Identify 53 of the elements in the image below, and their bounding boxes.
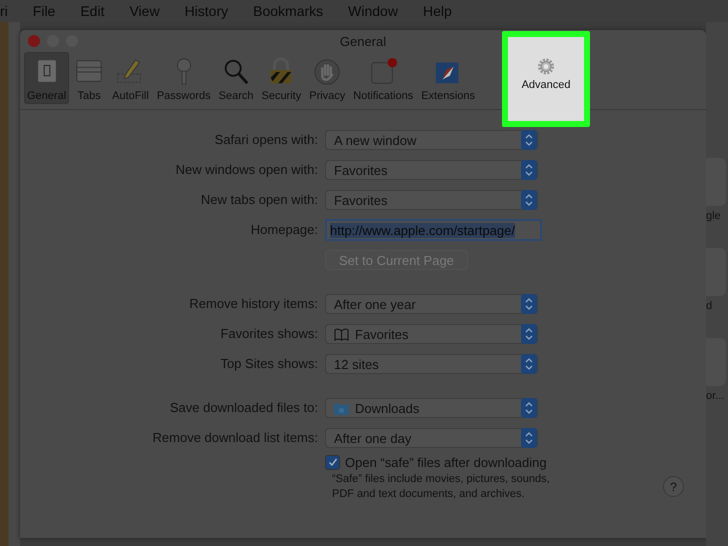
dropdown-value: Favorites <box>355 326 410 342</box>
dropdown-value: 12 sites <box>334 356 380 372</box>
dropdown[interactable]: Favorites <box>325 160 538 180</box>
dropdown-value: After one day <box>334 430 412 446</box>
help-text: “Safe” files include movies, pictures, sounds, PDF and text documents, and archives. <box>331 472 551 502</box>
dropdown[interactable]: Favorites <box>325 190 538 210</box>
dropdown[interactable]: A new window <box>325 130 538 150</box>
field-label: Homepage: <box>250 222 318 237</box>
dropdown[interactable]: After one year <box>325 294 538 314</box>
stepper-icon <box>521 294 537 314</box>
field-label: Top Sites shows: <box>220 356 318 371</box>
dropdown-value: Favorites <box>334 192 388 208</box>
dropdown-value: After one year <box>334 296 417 312</box>
toolbar-tab[interactable]: Extensions <box>418 52 478 104</box>
checkmark-icon <box>326 456 338 468</box>
toolbar-tab[interactable]: Passwords <box>154 52 214 104</box>
stepper-icon <box>521 190 537 210</box>
stepper-icon <box>521 398 537 418</box>
folder-icon <box>334 402 349 414</box>
dropdown[interactable]: Favorites <box>325 324 538 344</box>
homepage-field[interactable]: http://www.apple.com/startpage/ <box>325 219 542 241</box>
field-label: Remove history items: <box>189 296 318 311</box>
dropdown-value: A new window <box>334 132 418 148</box>
field-label: New tabs open with: <box>200 192 318 207</box>
toolbar-tab[interactable]: Security <box>258 52 304 104</box>
close-button[interactable] <box>28 35 40 47</box>
stepper-icon <box>521 130 537 150</box>
dropdown[interactable]: After one day <box>325 428 538 448</box>
field-label: New windows open with: <box>176 162 318 177</box>
toolbar-tab[interactable]: Advanced <box>502 31 590 127</box>
stepper-icon <box>521 160 537 180</box>
stepper-icon <box>521 428 537 448</box>
checkbox[interactable] <box>325 454 340 470</box>
dropdown-value: Favorites <box>334 162 388 178</box>
dropdown[interactable]: Downloads <box>325 398 538 418</box>
toolbar-tab[interactable]: Tabs <box>71 52 108 104</box>
field-label: Favorites shows: <box>220 326 318 341</box>
field-label: Remove download list items: <box>152 430 318 445</box>
dropdown[interactable]: 12 sites <box>325 354 538 374</box>
hand-icon <box>312 57 342 87</box>
toolbar-tab[interactable]: AutoFill <box>109 52 152 104</box>
toolbar-tab[interactable]: Privacy <box>306 52 348 104</box>
field-label: Safari opens with: <box>214 132 318 147</box>
checkbox-label: Open “safe” files after downloading <box>345 454 547 470</box>
field-label: Save downloaded files to: <box>170 400 318 415</box>
stepper-icon <box>521 354 537 374</box>
dropdown-value: Downloads <box>355 400 420 416</box>
stepper-icon <box>521 324 537 344</box>
book-icon <box>334 328 349 340</box>
help-button[interactable]: ? <box>663 476 684 497</box>
toolbar-tab[interactable]: Notifications <box>350 52 416 104</box>
toolbar-tab[interactable]: Search <box>216 52 256 104</box>
window-title: General <box>340 34 386 48</box>
